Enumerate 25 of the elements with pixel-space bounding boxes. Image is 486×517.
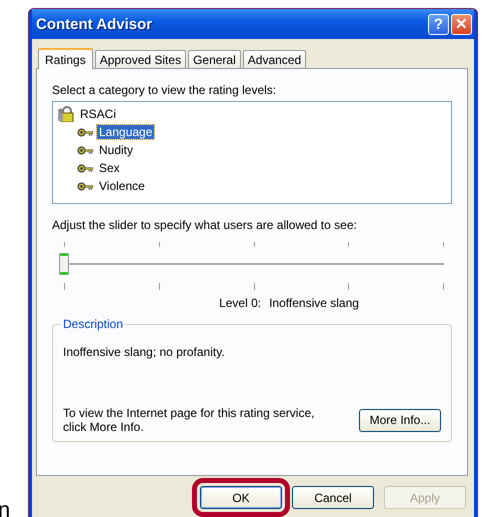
key-icon: [77, 128, 94, 136]
info-text: To view the Internet page for this rating service, click More Info.: [63, 406, 316, 434]
level-label: Level 0:: [219, 296, 262, 310]
tree-item[interactable]: Nudity: [97, 143, 136, 157]
tree-item[interactable]: RSACi: [78, 107, 118, 121]
category-prompt: Select a category to view the rating levels:: [52, 83, 278, 97]
tab[interactable]: Advanced: [242, 50, 306, 68]
tab[interactable]: Ratings: [38, 48, 93, 69]
lock-icon: [57, 106, 75, 122]
slider-prompt: Adjust the slider to specify what users are allowed to see:: [52, 218, 358, 232]
key-icon: [77, 164, 94, 172]
tree-item[interactable]: Language: [97, 125, 154, 139]
tab[interactable]: General: [188, 50, 241, 68]
level-text: Inoffensive slang: [269, 296, 359, 310]
key-icon: [77, 146, 94, 154]
group-title: Description: [61, 317, 126, 331]
window-title: Content Advisor: [36, 16, 152, 32]
dialog-button[interactable]: Cancel: [292, 486, 374, 509]
tree-item[interactable]: Violence: [97, 179, 147, 193]
tree-item[interactable]: Sex: [97, 161, 122, 175]
slider-thumb[interactable]: [59, 253, 69, 275]
key-icon: [77, 182, 94, 190]
description-text: Inoffensive slang; no profanity.: [63, 345, 226, 359]
tab[interactable]: Approved Sites: [94, 50, 186, 68]
more-info-button[interactable]: More Info...: [359, 408, 441, 432]
